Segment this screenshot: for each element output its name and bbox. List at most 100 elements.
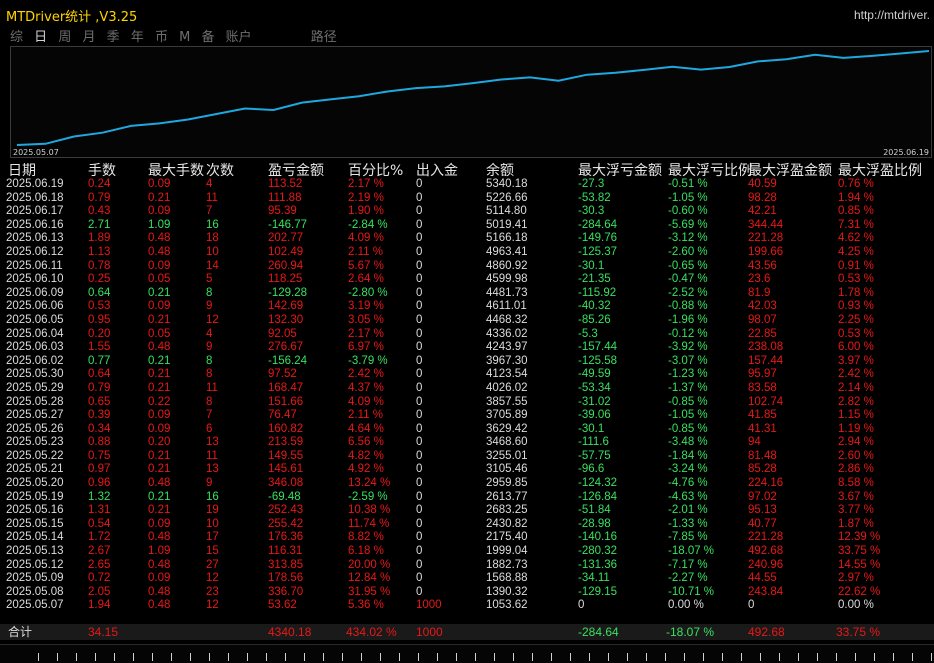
cell-mfl: -28.98	[578, 517, 611, 530]
cell-mfpp: 8.58 %	[838, 477, 874, 490]
cell-lots: 0.88	[88, 436, 111, 449]
scrollbar-tick	[570, 653, 571, 661]
cell-pl: 95.39	[268, 205, 297, 218]
cell-lots: 0.65	[88, 395, 111, 408]
scrollbar-tick	[209, 653, 210, 661]
cell-count: 4	[206, 178, 213, 190]
scrollbar-tick	[608, 653, 609, 661]
table-row[interactable]: 2025.05.09 0.72 0.09 12 178.56 12.84 % 0 1568.8…	[0, 572, 934, 586]
table-row[interactable]: 2025.06.02 0.77 0.21 8 -156.24 -3.79 % 0 3967.3…	[0, 355, 934, 369]
table-row[interactable]: 2025.06.18 0.79 0.21 11 111.88 2.19 % 0 5226.66…	[0, 192, 934, 206]
table-row[interactable]: 2025.06.06 0.53 0.09 9 142.69 3.19 % 0 4611.01 -…	[0, 300, 934, 314]
table-row[interactable]: 2025.05.22 0.75 0.21 11 149.55 4.82 % 0 3255.01…	[0, 450, 934, 464]
cell-maxlots: 0.09	[148, 205, 171, 218]
table-row[interactable]: 2025.05.27 0.39 0.09 7 76.47 2.11 % 0 3705.89 -3…	[0, 409, 934, 423]
tab-path[interactable]: 路径	[311, 26, 337, 45]
table-row[interactable]: 2025.05.29 0.79 0.21 11 168.47 4.37 % 0 4026.02…	[0, 382, 934, 396]
cell-maxlots: 0.21	[148, 449, 171, 462]
cell-mflp: -0.12 %	[668, 327, 708, 340]
tab-yearly[interactable]: 年	[131, 26, 144, 45]
cell-pct: 10.38 %	[348, 504, 391, 517]
cell-io: 0	[416, 381, 423, 394]
tab-summary[interactable]: 综	[10, 26, 23, 45]
tab-account[interactable]: 账户	[226, 26, 252, 45]
table-row[interactable]: 2025.05.13 2.67 1.09 15 116.31 6.18 % 0 1999.04…	[0, 545, 934, 559]
header-date: 日期	[8, 163, 36, 179]
cell-pl: 142.69	[268, 300, 304, 313]
cell-bal: 5226.66	[486, 191, 528, 204]
table-row[interactable]: 2025.05.30 0.64 0.21 8 97.52 2.42 % 0 4123.54 -4…	[0, 368, 934, 382]
horizontal-scrollbar[interactable]	[0, 644, 934, 663]
table-row[interactable]: 2025.05.26 0.34 0.09 6 160.82 4.64 % 0 3629.42 -…	[0, 423, 934, 437]
tab-notes[interactable]: 备	[201, 26, 214, 45]
table-row[interactable]: 2025.05.12 2.65 0.48 27 313.85 20.00 % 0 1882.7…	[0, 559, 934, 573]
table-row[interactable]: 2025.06.10 0.25 0.05 5 118.25 2.64 % 0 4599.98 -…	[0, 273, 934, 287]
cell-bal: 4860.92	[486, 259, 528, 272]
cell-lots: 1.72	[88, 531, 111, 544]
table-row[interactable]: 2025.06.11 0.78 0.09 14 260.94 5.67 % 0 4860.92…	[0, 260, 934, 274]
x-start-label: 2025.05.07	[13, 148, 59, 157]
table-row[interactable]: 2025.06.09 0.64 0.21 8 -129.28 -2.80 % 0 4481.7…	[0, 287, 934, 301]
cell-lots: 2.65	[88, 558, 111, 571]
cell-mfp: 43.56	[748, 259, 777, 272]
cell-mfpp: 0.93 %	[838, 300, 874, 313]
tab-daily[interactable]: 日	[34, 26, 47, 45]
cell-lots: 0.79	[88, 381, 111, 394]
scrollbar-tick	[133, 653, 134, 661]
table-row[interactable]: 2025.05.20 0.96 0.48 9 346.08 13.24 % 0 2959.85…	[0, 477, 934, 491]
tab-weekly[interactable]: 周	[58, 26, 71, 45]
table-row[interactable]: 2025.05.14 1.72 0.48 17 176.36 8.82 % 0 2175.40…	[0, 531, 934, 545]
table-row[interactable]: 2025.06.05 0.95 0.21 12 132.30 3.05 % 0 4468.32…	[0, 314, 934, 328]
scrollbar-tick	[114, 653, 115, 661]
cell-pct: 2.11 %	[348, 409, 383, 422]
cell-pct: 4.64 %	[348, 422, 384, 435]
table-row[interactable]: 2025.05.19 1.32 0.21 16 -69.48 -2.59 % 0 2613.7…	[0, 491, 934, 505]
table-row[interactable]: 2025.06.03 1.55 0.48 9 276.67 6.97 % 0 4243.97 -…	[0, 341, 934, 355]
tab-monthly[interactable]: 月	[82, 26, 95, 45]
table-row[interactable]: 2025.06.17 0.43 0.09 7 95.39 1.90 % 0 5114.80 -3…	[0, 205, 934, 219]
tab-currency[interactable]: 币	[155, 26, 168, 45]
table-row[interactable]: 2025.05.15 0.54 0.09 10 255.42 11.74 % 0 2430.8…	[0, 518, 934, 532]
table-row[interactable]: 2025.05.16 1.31 0.21 19 252.43 10.38 % 0 2683.2…	[0, 504, 934, 518]
cell-lots: 0.75	[88, 449, 111, 462]
table-row[interactable]: 2025.05.28 0.65 0.22 8 151.66 4.09 % 0 3857.55 -…	[0, 396, 934, 410]
table-row[interactable]: 2025.06.04 0.20 0.05 4 92.05 2.17 % 0 4336.02 -5…	[0, 328, 934, 342]
cell-date: 2025.06.16	[6, 218, 64, 231]
scrollbar-tick	[874, 653, 875, 661]
tab-quarterly[interactable]: 季	[107, 26, 120, 45]
table-row[interactable]: 2025.06.19 0.24 0.09 4 113.52 2.17 % 0 5340.18 -…	[0, 178, 934, 192]
cell-bal: 3468.60	[486, 436, 528, 449]
cell-count: 16	[206, 218, 219, 231]
tab-magic[interactable]: M	[179, 30, 190, 45]
cell-mflp: -0.51 %	[668, 178, 708, 190]
cell-mflp: -3.12 %	[668, 232, 708, 245]
cell-mfl: -125.58	[578, 354, 618, 367]
table-row[interactable]: 2025.05.07 1.94 0.48 12 53.62 5.36 % 1000 1053.…	[0, 599, 934, 613]
cell-io: 0	[416, 572, 423, 585]
table-row[interactable]: 2025.05.23 0.88 0.20 13 213.59 6.56 % 0 3468.60…	[0, 436, 934, 450]
cell-date: 2025.05.21	[6, 463, 64, 476]
table-row[interactable]: 2025.06.13 1.89 0.48 18 202.77 4.09 % 0 5166.18…	[0, 232, 934, 246]
table-row[interactable]: 2025.06.16 2.71 1.09 16 -146.77 -2.84 % 0 5019.…	[0, 219, 934, 233]
cell-bal: 1053.62	[486, 599, 528, 612]
total-max-float-loss-pct: -18.07 %	[666, 625, 715, 639]
cell-mflp: -0.88 %	[668, 300, 708, 313]
cell-lots: 0.34	[88, 422, 111, 435]
scrollbar-tick	[855, 653, 856, 661]
scrollbar-tick	[513, 653, 514, 661]
cell-date: 2025.06.13	[6, 232, 64, 245]
website-url[interactable]: http://mtdriver.	[854, 8, 930, 22]
cell-bal: 3705.89	[486, 409, 528, 422]
total-max-float-profit-pct: 33.75 %	[836, 625, 881, 639]
cell-pl: 336.70	[268, 585, 304, 598]
cell-io: 0	[416, 477, 423, 490]
table-row[interactable]: 2025.06.12 1.13 0.48 10 102.49 2.11 % 0 4963.41…	[0, 246, 934, 260]
table-row[interactable]: 2025.05.08 2.05 0.48 23 336.70 31.95 % 0 1390.3…	[0, 586, 934, 600]
cell-lots: 0.77	[88, 354, 111, 367]
scrollbar-tick	[760, 653, 761, 661]
cell-lots: 0.39	[88, 409, 111, 422]
cell-date: 2025.06.03	[6, 341, 64, 354]
cell-mfl: -53.34	[578, 381, 611, 394]
cell-bal: 2175.40	[486, 531, 528, 544]
table-row[interactable]: 2025.05.21 0.97 0.21 13 145.61 4.92 % 0 3105.46…	[0, 463, 934, 477]
